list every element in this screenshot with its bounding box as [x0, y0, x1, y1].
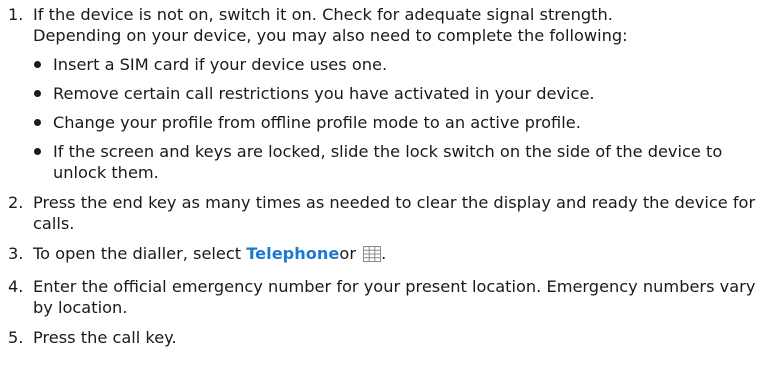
- step-text: Press the call key.: [33, 328, 177, 347]
- step-text: Press the end key as many times as neede…: [33, 193, 756, 233]
- step-number: 1.: [8, 5, 24, 24]
- step-1: 1. If the device is not on, switch it on…: [8, 4, 768, 183]
- step-number: 5.: [8, 328, 24, 347]
- instructions-document: 1. If the device is not on, switch it on…: [8, 4, 768, 357]
- step-text-suffix: .: [381, 244, 387, 263]
- step-number: 4.: [8, 277, 24, 296]
- sub-item: Remove certain call restrictions you hav…: [33, 83, 768, 104]
- step-5: 5. Press the call key.: [8, 327, 768, 348]
- sub-item-text: If the screen and keys are locked, slide…: [53, 142, 723, 182]
- bullet-icon: [34, 90, 41, 97]
- sub-item-text: Insert a SIM card if your device uses on…: [53, 55, 388, 74]
- step-text-middle: or: [339, 244, 362, 263]
- bullet-icon: [34, 148, 41, 155]
- sub-item-text: Remove certain call restrictions you hav…: [53, 84, 595, 103]
- step-text: Enter the official emergency number for …: [33, 277, 756, 317]
- step-3: 3. To open the dialler, select Telephone…: [8, 243, 768, 267]
- step-4: 4. Enter the official emergency number f…: [8, 276, 768, 318]
- sub-item: Change your profile from offline profile…: [33, 112, 768, 133]
- dialpad-grid-icon: [363, 246, 382, 267]
- sub-item-text: Change your profile from offline profile…: [53, 113, 581, 132]
- steps-list: 1. If the device is not on, switch it on…: [8, 4, 768, 348]
- step-number: 3.: [8, 244, 24, 263]
- step-2: 2. Press the end key as many times as ne…: [8, 192, 768, 234]
- telephone-link[interactable]: Telephone: [246, 244, 339, 263]
- bullet-icon: [34, 119, 41, 126]
- step-text: If the device is not on, switch it on. C…: [33, 5, 613, 24]
- bullet-icon: [34, 61, 41, 68]
- step-text: Depending on your device, you may also n…: [33, 26, 628, 45]
- sub-item: If the screen and keys are locked, slide…: [33, 141, 768, 183]
- sub-item: Insert a SIM card if your device uses on…: [33, 54, 768, 75]
- sub-list: Insert a SIM card if your device uses on…: [33, 54, 768, 183]
- step-text-prefix: To open the dialler, select: [33, 244, 247, 263]
- step-number: 2.: [8, 193, 24, 212]
